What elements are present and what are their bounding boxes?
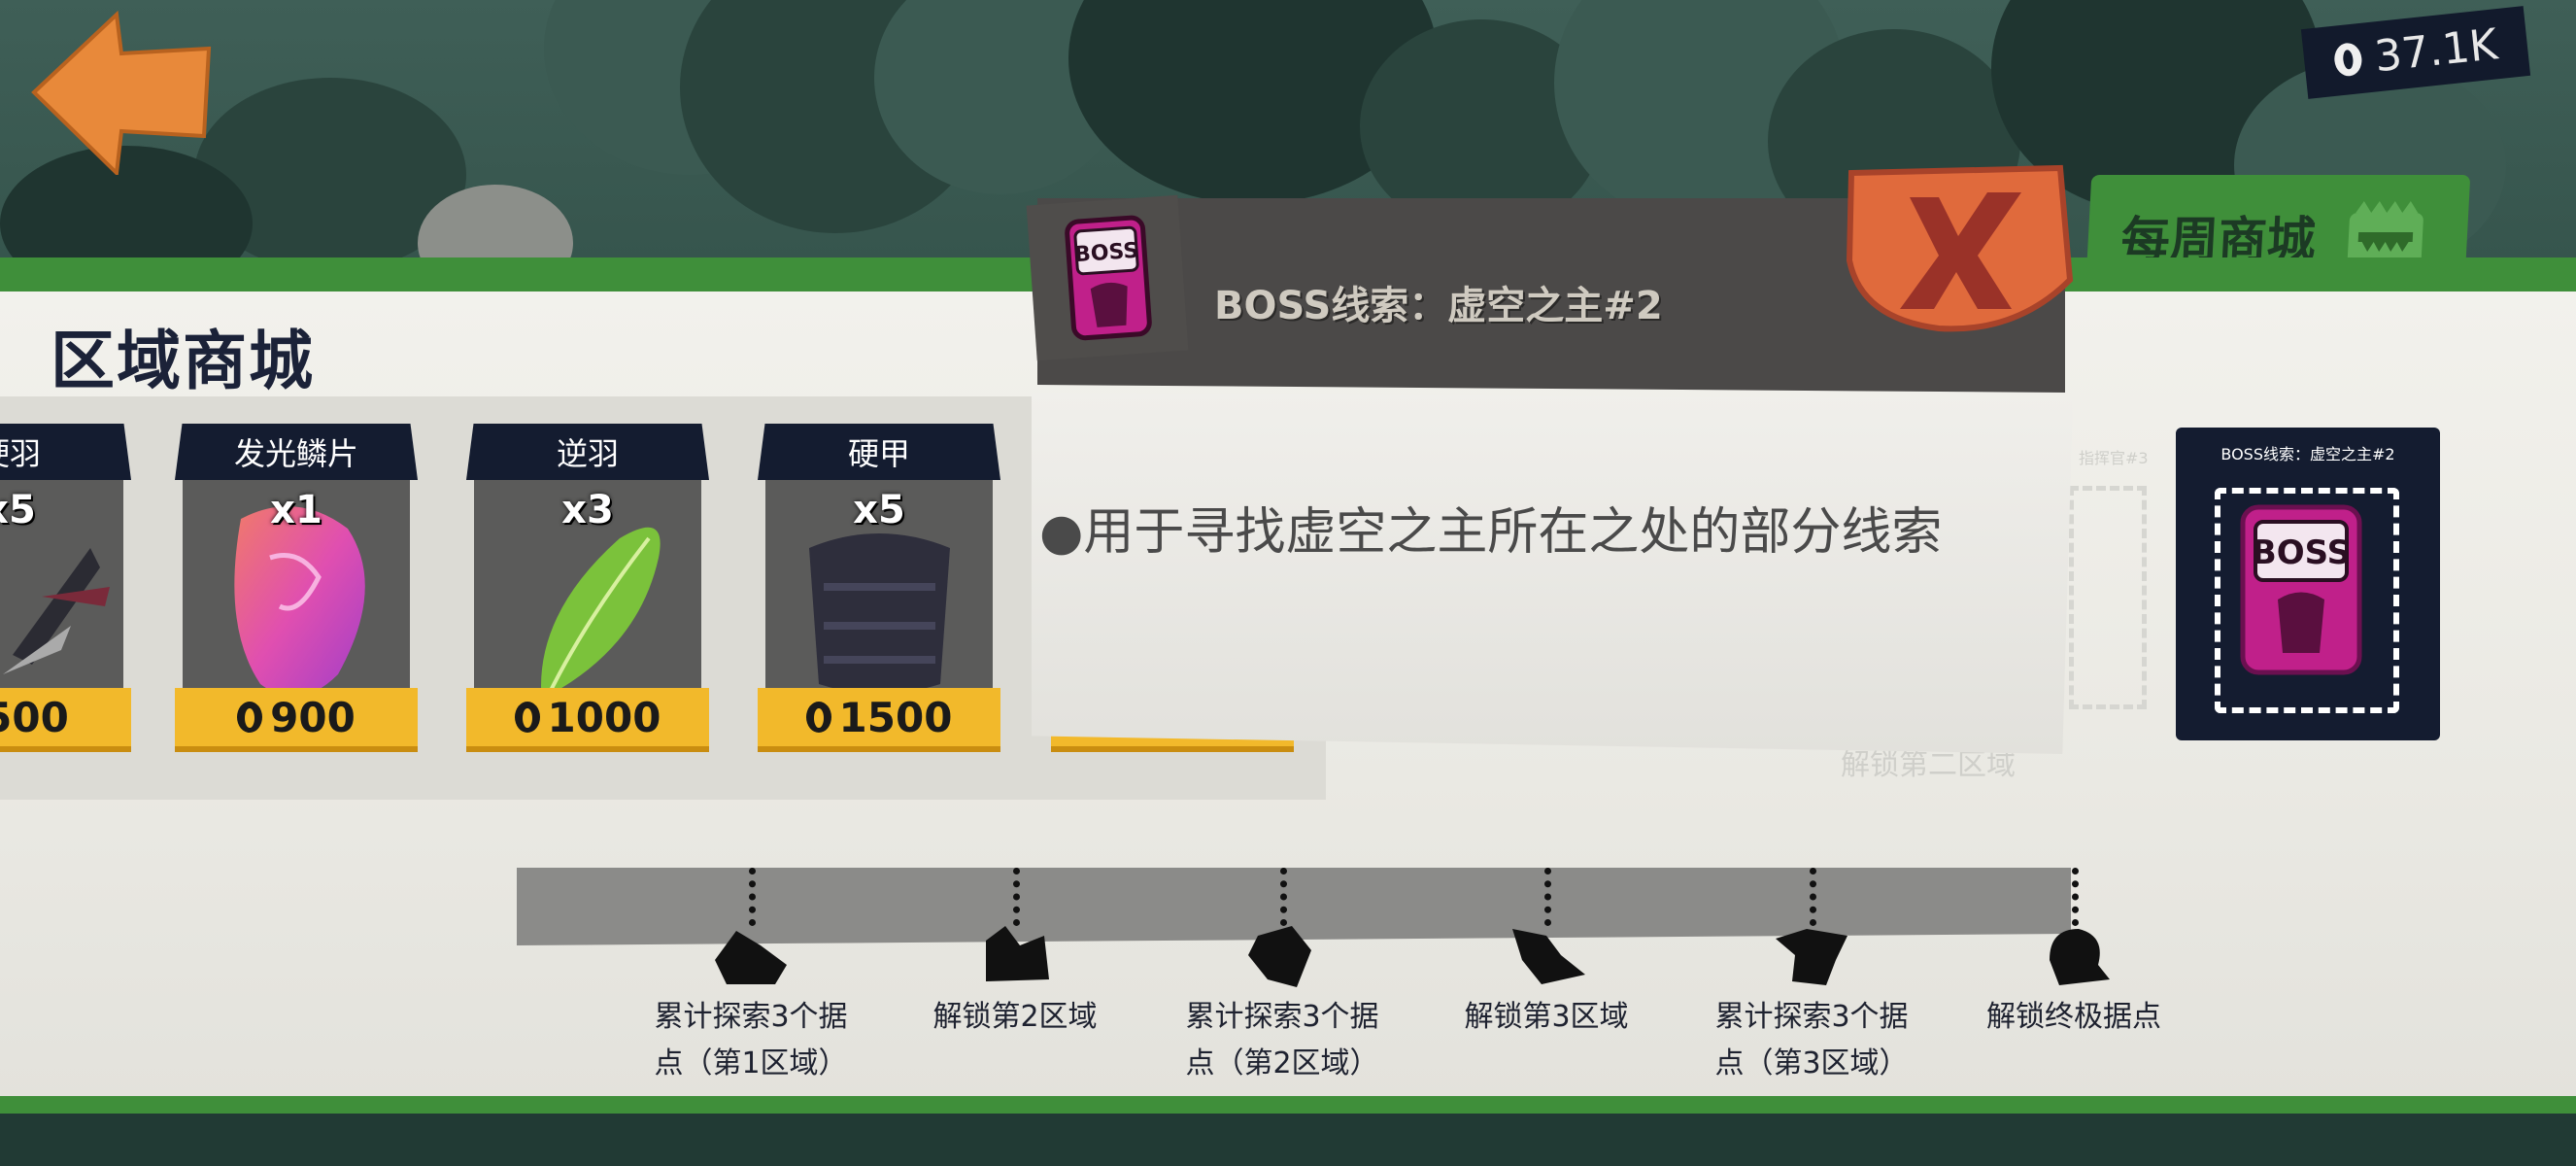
shop-item-card[interactable]: 逆羽 x3 1000	[466, 424, 709, 759]
faint-frame	[2069, 486, 2147, 709]
item-price-value: 900	[270, 693, 356, 741]
item-price-value: 500	[0, 693, 69, 741]
coin-icon	[805, 702, 831, 733]
item-price: 900	[175, 688, 418, 752]
item-price-value: 1000	[547, 693, 661, 741]
milestone-label: 解锁第3区域	[1464, 1000, 1629, 1034]
item-price: 1500	[758, 688, 1000, 752]
chain	[1013, 868, 1020, 926]
coin-icon	[237, 702, 263, 733]
back-arrow-icon	[31, 10, 212, 178]
coin-icon	[2332, 41, 2363, 78]
shop-item-card[interactable]: 硬甲 x5 1500	[758, 424, 1000, 759]
chain	[2072, 868, 2079, 926]
chain	[1810, 868, 1816, 926]
popup-description: ●用于寻找虚空之主所在之处的部分线索	[1039, 503, 1943, 562]
popup-body	[1032, 393, 2073, 754]
milestone-label: 累计探索3个据 点（第2区域）	[1185, 1000, 1379, 1080]
item-price: 1000	[466, 688, 709, 752]
detail-frame: BOSS	[2215, 488, 2399, 713]
detail-badge-text: BOSS	[2252, 533, 2351, 572]
popup-boss-badge: BOSS	[1026, 194, 1189, 361]
popup-badge-text: BOSS	[1073, 239, 1139, 268]
currency-amount: 37.1K	[2372, 18, 2500, 82]
item-price: 500	[0, 688, 131, 752]
close-button[interactable]	[1842, 163, 2075, 338]
item-name: 发光鳞片	[175, 424, 418, 480]
milestone-label: 累计探索3个据 点（第3区域）	[1714, 1000, 1909, 1080]
coin-icon	[514, 702, 540, 733]
faint-label: 指挥官#3	[2079, 449, 2149, 467]
close-x-icon	[1846, 164, 2074, 332]
locked-reward-icon	[1512, 929, 1585, 984]
item-detail-card: BOSS线索：虚空之主#2 BOSS	[2176, 428, 2440, 740]
chain	[749, 868, 756, 926]
locked-reward-icon	[1248, 926, 1311, 987]
item-quantity: x5	[853, 488, 905, 532]
item-name: 硬羽	[0, 424, 131, 480]
milestone-label: 解锁第2区域	[932, 1000, 1098, 1034]
item-quantity: x5	[0, 488, 36, 532]
milestone-label: 累计探索3个据 点（第1区域）	[654, 1000, 848, 1080]
item-quantity: x1	[270, 488, 322, 532]
shop-item-card[interactable]: 发光鳞片 x1 900	[175, 424, 418, 759]
panel-bottom-border	[0, 1096, 2576, 1114]
boss-card-icon: BOSS	[2240, 504, 2362, 675]
popup-title: BOSS线索：虚空之主#2	[1214, 284, 1663, 328]
locked-reward-icon	[1776, 929, 1847, 985]
back-button[interactable]	[29, 10, 214, 178]
milestone-label: 解锁终极据点	[1986, 1000, 2161, 1034]
item-name: 逆羽	[466, 424, 709, 480]
detail-caption: BOSS线索：虚空之主#2	[2220, 445, 2395, 463]
shop-item-card[interactable]: 硬羽 x5 500	[0, 424, 131, 759]
item-price-value: 1500	[838, 693, 953, 741]
locked-reward-icon	[2050, 929, 2110, 985]
locked-reward-icon	[986, 926, 1049, 981]
locked-reward-icon	[715, 931, 787, 984]
boss-card-icon: BOSS	[1065, 215, 1152, 341]
chain	[1280, 868, 1287, 926]
item-name: 硬甲	[758, 424, 1000, 480]
chain	[1544, 868, 1551, 926]
shop-title: 区域商城	[51, 324, 315, 398]
item-quantity: x3	[561, 488, 614, 532]
